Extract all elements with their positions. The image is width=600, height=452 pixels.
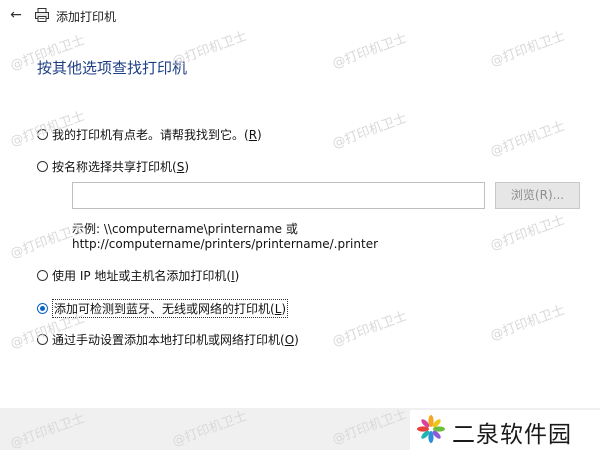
radio-ip-address[interactable] — [37, 270, 48, 281]
radio-manual-settings[interactable] — [37, 334, 48, 345]
option-label: 通过手动设置添加本地打印机或网络打印机(O) — [52, 333, 299, 347]
option-label: 添加可检测到蓝牙、无线或网络的打印机(L) — [52, 299, 289, 318]
radio-bluetooth-wireless-network[interactable] — [37, 303, 48, 314]
page-heading: 按其他选项查找打印机 — [37, 59, 188, 77]
logo-text: 二泉软件园 — [452, 422, 572, 448]
example-line-2: http://computername/printers/printername… — [72, 237, 379, 251]
option-label: 按名称选择共享打印机(S) — [52, 160, 190, 174]
option-manual-settings[interactable]: 通过手动设置添加本地打印机或网络打印机(O) — [37, 331, 299, 348]
radio-old-printer[interactable] — [37, 129, 48, 140]
browse-button[interactable]: 浏览(R)... — [495, 182, 580, 209]
printer-icon — [35, 8, 49, 22]
example-line-1: 示例: \\computername\printername 或 — [72, 222, 298, 236]
watermark: @打印机卫士 — [330, 30, 409, 72]
window-title: 添加打印机 — [56, 10, 117, 24]
option-old-printer[interactable]: 我的打印机有点老。请帮我找到它。(R) — [37, 126, 262, 143]
option-shared-printer[interactable]: 按名称选择共享打印机(S) — [37, 158, 189, 175]
watermark: @打印机卫士 — [330, 308, 409, 350]
option-ip-address[interactable]: 使用 IP 地址或主机名添加打印机(I) — [37, 267, 239, 284]
watermark: @打印机卫士 — [488, 118, 567, 160]
pinwheel-logo-icon — [417, 415, 445, 443]
shared-printer-name-input[interactable] — [72, 182, 485, 209]
watermark: @打印机卫士 — [488, 212, 567, 254]
watermark: @打印机卫士 — [330, 110, 409, 152]
site-logo: 二泉软件园 — [410, 410, 600, 450]
title-bar: ← 添加打印机 — [0, 0, 600, 32]
option-bluetooth-wireless-network[interactable]: 添加可检测到蓝牙、无线或网络的打印机(L) — [37, 299, 289, 318]
radio-shared-printer[interactable] — [37, 161, 48, 172]
watermark: @打印机卫士 — [488, 302, 567, 344]
option-label: 我的打印机有点老。请帮我找到它。(R) — [52, 128, 262, 142]
option-label: 使用 IP 地址或主机名添加打印机(I) — [52, 269, 240, 283]
back-arrow-icon[interactable]: ← — [6, 5, 26, 25]
